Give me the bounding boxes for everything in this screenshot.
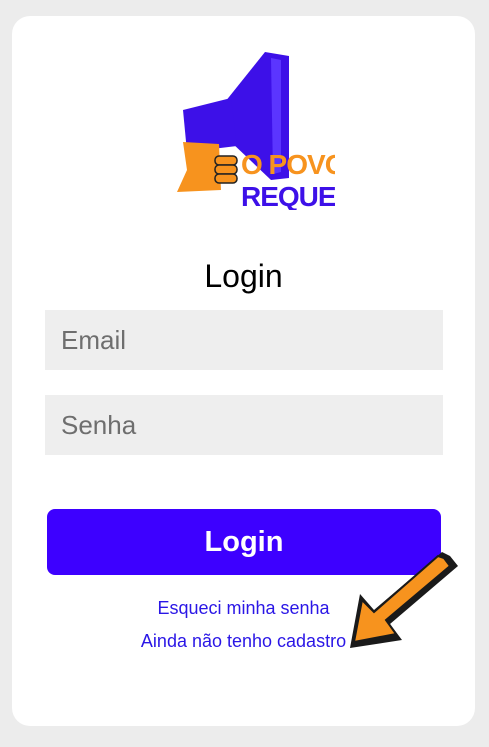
email-field[interactable]	[45, 310, 443, 370]
arrow-icon	[346, 548, 458, 650]
megaphone-icon: O POVO REQUER	[177, 52, 335, 210]
logo-line-2: REQUER	[241, 181, 335, 210]
logo-line-1: O POVO	[241, 149, 335, 180]
app-logo: O POVO REQUER	[165, 50, 335, 210]
page-title: Login	[204, 258, 283, 294]
password-field[interactable]	[45, 395, 443, 455]
